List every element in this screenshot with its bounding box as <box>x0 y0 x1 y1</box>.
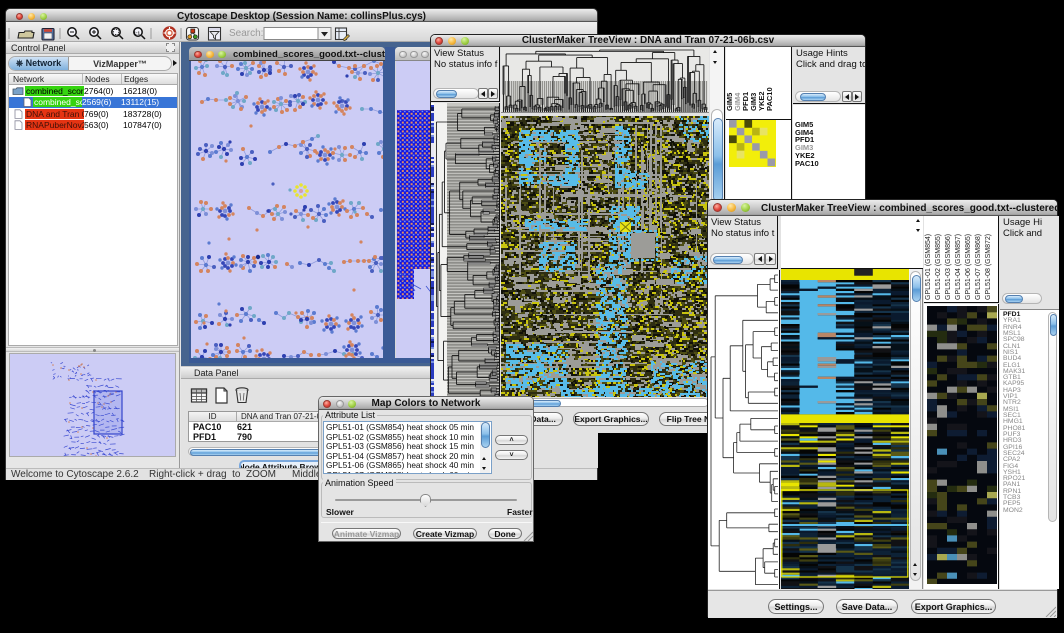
svg-text:Search:: Search: <box>229 28 263 39</box>
svg-text:1:1: 1:1 <box>134 31 141 36</box>
